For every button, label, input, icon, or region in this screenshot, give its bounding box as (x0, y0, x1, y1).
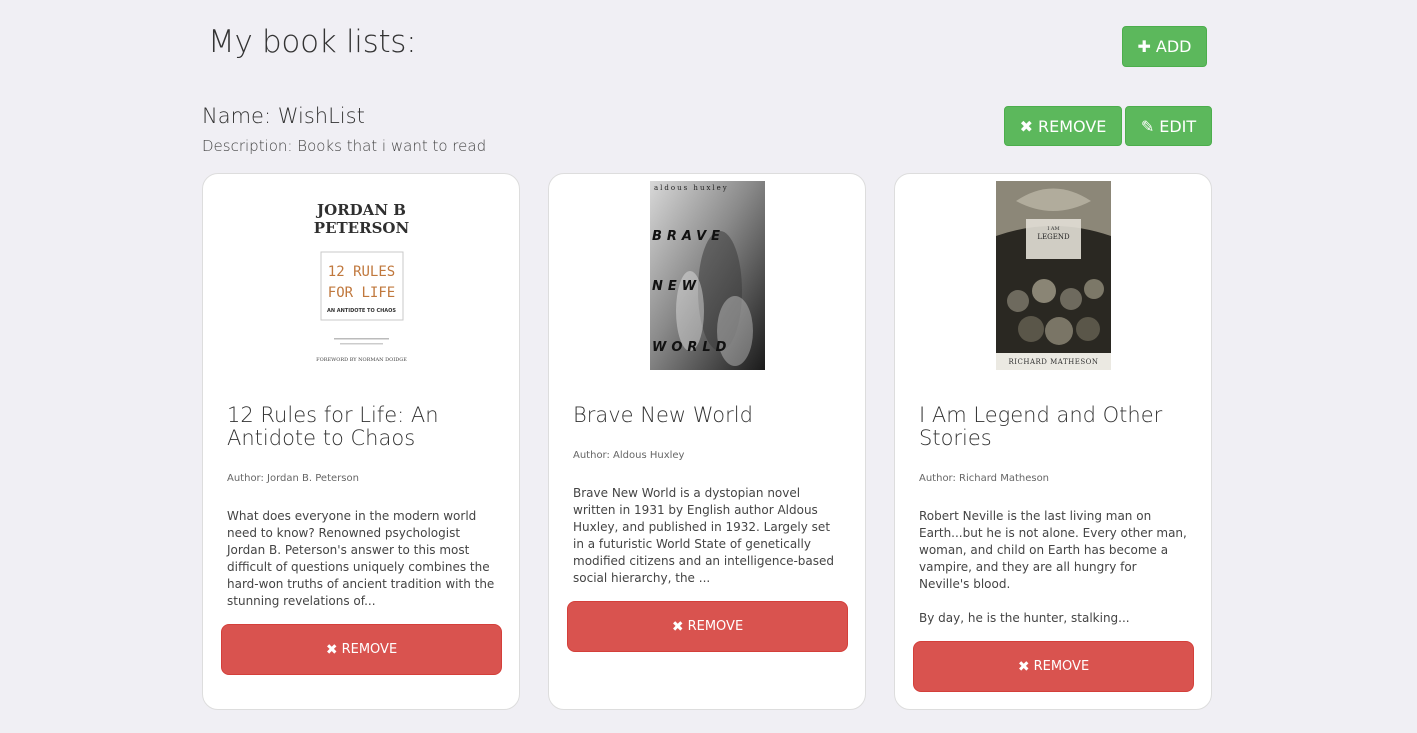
edit-list-label: EDIT (1159, 116, 1197, 136)
close-icon: ✖ (325, 641, 338, 658)
book-author: Author: Jordan B. Peterson (227, 473, 359, 484)
cover-text: LEGEND (1037, 233, 1070, 241)
book-title: Brave New World (573, 403, 753, 427)
add-list-button[interactable]: ✚ ADD (1122, 26, 1207, 67)
close-icon: ✖ (671, 618, 684, 635)
cover-text: PETERSON (314, 219, 410, 237)
book-card: I AM LEGEND RICHARD MATHESON I Am Legend… (894, 173, 1212, 710)
remove-list-label: REMOVE (1038, 116, 1107, 136)
remove-list-button[interactable]: ✖ REMOVE (1004, 106, 1122, 146)
cover-text: FOR LIFE (328, 285, 395, 301)
cover-text: BRAVE (652, 229, 725, 244)
cover-text: WORLD (652, 340, 731, 355)
cover-text: I AM (1047, 226, 1059, 232)
plus-icon: ✚ (1137, 37, 1151, 56)
book-cover-image: aldous huxley BRAVE NEW WORLD (650, 181, 765, 370)
close-icon: ✖ (1019, 116, 1033, 136)
book-description: Brave New World is a dystopian novel wri… (573, 486, 835, 585)
cover-text: 12 RULES (328, 264, 395, 280)
remove-book-button[interactable]: ✖ REMOVE (221, 624, 502, 675)
edit-list-button[interactable]: ✎ EDIT (1125, 106, 1212, 146)
cover-text: JORDAN B (315, 201, 406, 219)
cover-text: FOREWORD BY NORMAN DOIDGE (316, 357, 407, 363)
close-icon: ✖ (1017, 658, 1030, 675)
cover-text: AN ANTIDOTE TO CHAOS (327, 308, 396, 314)
add-button-label: ADD (1155, 37, 1192, 56)
book-card: aldous huxley BRAVE NEW WORLD Brave New … (548, 173, 866, 710)
cover-text: NEW (652, 279, 701, 294)
remove-book-button[interactable]: ✖ REMOVE (567, 601, 848, 652)
book-title: 12 Rules for Life: An Antidote to Chaos (227, 403, 439, 450)
book-description: What does everyone in the modern world n… (227, 509, 495, 608)
page-title: My book lists: (208, 24, 417, 60)
book-cover-image: I AM LEGEND RICHARD MATHESON (996, 181, 1111, 370)
book-card: JORDAN B PETERSON 12 RULES FOR LIFE AN A… (202, 173, 520, 710)
book-title: I Am Legend and Other Stories (919, 403, 1163, 450)
remove-book-button[interactable]: ✖ REMOVE (913, 641, 1194, 692)
book-author: Author: Aldous Huxley (573, 450, 685, 461)
remove-book-label: REMOVE (1033, 659, 1090, 674)
book-description: Robert Neville is the last living man on… (919, 509, 1187, 625)
remove-book-label: REMOVE (687, 619, 744, 634)
list-name: Name: WishList (202, 104, 365, 128)
cover-text: aldous huxley (654, 184, 729, 192)
book-cover-image: JORDAN B PETERSON 12 RULES FOR LIFE AN A… (304, 181, 419, 370)
list-description: Description: Books that i want to read (202, 137, 487, 155)
cover-text: RICHARD MATHESON (1008, 358, 1098, 366)
book-author: Author: Richard Matheson (919, 473, 1050, 484)
pencil-icon: ✎ (1140, 116, 1155, 136)
remove-book-label: REMOVE (341, 642, 398, 657)
